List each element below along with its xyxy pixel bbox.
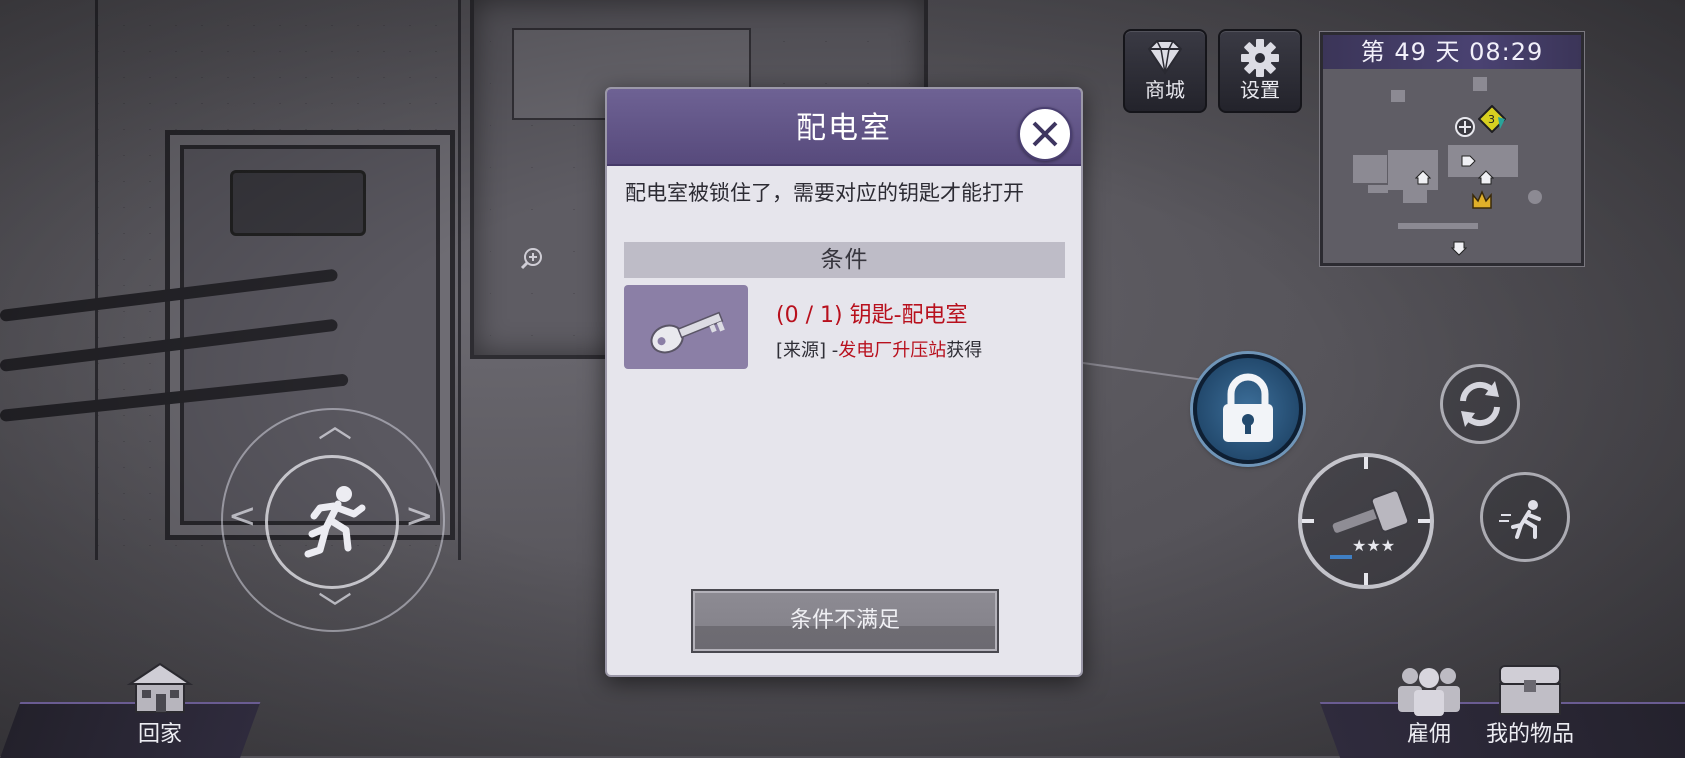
close-icon xyxy=(1032,121,1058,147)
people-icon xyxy=(1398,668,1460,716)
required-item-slot[interactable] xyxy=(624,285,748,369)
requirement-item-name: 钥匙-配电室 xyxy=(849,303,968,328)
source-place: 发电厂升压站 xyxy=(838,340,947,361)
conditions-header: 条件 xyxy=(624,242,1065,278)
joystick-knob[interactable] xyxy=(265,455,399,589)
hammer-icon: ★★★ xyxy=(1294,449,1438,593)
dialog-description: 配电室被锁住了，需要对应的钥匙才能打开 xyxy=(625,181,1024,205)
minimap-room xyxy=(1473,77,1487,91)
shop-label: 商城 xyxy=(1145,78,1185,102)
source-prefix: [来源] - xyxy=(776,340,839,361)
minimap[interactable]: 第 49 天 08:29 3 xyxy=(1320,32,1584,266)
chest-icon xyxy=(1499,665,1561,715)
zoom-icon xyxy=(520,248,542,270)
source-suffix: 获得 xyxy=(946,340,983,361)
arrow-up-icon xyxy=(1478,170,1494,185)
sprint-button[interactable] xyxy=(1480,472,1570,562)
refresh-button[interactable] xyxy=(1440,364,1520,444)
locked-room-dialog: 配电室 配电室被锁住了，需要对应的钥匙才能打开 条件 (0 / 1) 钥匙-配电… xyxy=(605,87,1083,677)
minimap-room xyxy=(1403,185,1427,203)
items-button[interactable]: 我的物品 xyxy=(1470,662,1590,748)
running-man-icon xyxy=(304,486,366,558)
house-icon xyxy=(126,662,194,713)
items-label: 我的物品 xyxy=(1485,722,1574,747)
lock-button[interactable] xyxy=(1193,354,1303,464)
item-source-line: [来源] -发电厂升压站获得 xyxy=(776,336,982,362)
conditions-unmet-button[interactable]: 条件不满足 xyxy=(691,589,999,653)
arrow-right-icon xyxy=(1461,155,1476,167)
requirement-progress: (0 / 1) xyxy=(776,303,843,328)
lock-icon xyxy=(1223,373,1273,442)
chevron-left-icon: < xyxy=(228,496,257,536)
crown-icon xyxy=(1472,190,1492,209)
attack-button[interactable]: ★★★ xyxy=(1294,449,1438,593)
diamond-icon xyxy=(1147,40,1183,75)
day-time-display: 第 49 天 08:29 xyxy=(1323,35,1581,69)
star-rating: ★★★ xyxy=(1352,536,1395,555)
minimap-room xyxy=(1353,155,1387,183)
chevron-up-icon: ︿ xyxy=(318,406,352,446)
settings-label: 设置 xyxy=(1240,78,1280,102)
settings-button[interactable]: 设置 xyxy=(1218,29,1302,113)
arrow-up-icon xyxy=(1415,170,1431,185)
objective-marker-icon: 3 xyxy=(1478,105,1506,133)
home-button[interactable]: 回家 xyxy=(115,660,205,748)
close-button[interactable] xyxy=(1018,107,1072,161)
hire-button[interactable]: 雇佣 xyxy=(1384,662,1474,748)
refresh-icon xyxy=(1460,381,1500,427)
hire-label: 雇佣 xyxy=(1406,722,1451,747)
key-icon xyxy=(650,311,725,354)
svg-text:3: 3 xyxy=(1488,113,1495,126)
shop-button[interactable]: 商城 xyxy=(1123,29,1207,113)
gear-icon xyxy=(1241,39,1279,77)
minimap-room xyxy=(1368,185,1388,193)
dialog-title: 配电室 xyxy=(796,111,892,146)
arrow-down-icon xyxy=(1451,241,1467,256)
chevron-down-icon: ﹀ xyxy=(318,590,352,630)
requirement-line: (0 / 1) 钥匙-配电室 xyxy=(776,297,968,329)
minimap-room xyxy=(1398,223,1478,229)
minimap-room xyxy=(1528,190,1542,204)
home-label: 回家 xyxy=(137,722,182,747)
minimap-room xyxy=(1391,90,1405,102)
chevron-right-icon: > xyxy=(405,496,434,536)
player-location-icon xyxy=(1455,117,1475,137)
sprint-icon xyxy=(1499,500,1541,539)
